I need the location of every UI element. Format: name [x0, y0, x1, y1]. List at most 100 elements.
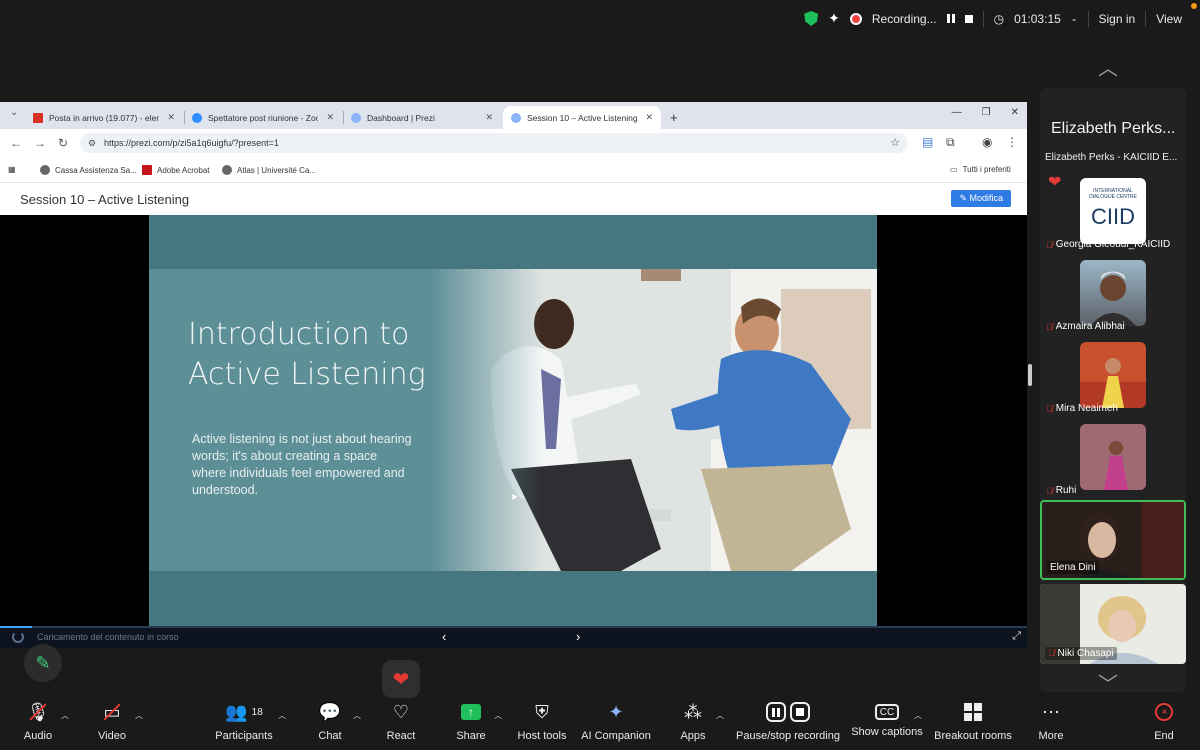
breakout-rooms-button[interactable]: Breakout rooms	[928, 700, 1018, 742]
participant-name: Azmaira Alibhai	[1055, 321, 1125, 332]
zoom-window: ✦ Recording... ◷ 01:03:15 ⌄ Sign in View…	[0, 0, 1200, 750]
svg-text:DIALOGUE CENTRE: DIALOGUE CENTRE	[1089, 194, 1137, 200]
edit-button[interactable]: ✎ Modifica	[951, 190, 1011, 207]
back-icon[interactable]: ←	[10, 136, 22, 150]
reload-icon[interactable]: ↻	[58, 136, 68, 150]
more-button[interactable]: ⋯ More	[1006, 700, 1096, 743]
view-button[interactable]: View	[1156, 12, 1182, 26]
forward-icon[interactable]: →	[34, 136, 46, 150]
next-slide-icon[interactable]: ›	[576, 629, 580, 644]
browser-tab-session[interactable]: Session 10 – Active Listening by ✕	[503, 106, 661, 129]
end-label: End	[1154, 730, 1174, 742]
captions-cc-icon: CC	[874, 704, 900, 720]
participants-icon: 👥	[225, 701, 248, 722]
svg-text:CIID: CIID	[1091, 204, 1135, 229]
bookmarks-bar: ▦ Cassa Assistenza Sa... Adobe Acrobat A…	[0, 157, 1027, 183]
gallery-up-chevron-icon[interactable]: ︿	[1098, 52, 1118, 81]
react-label: React	[386, 730, 416, 742]
pause-icon	[766, 702, 786, 722]
annotate-pen-button[interactable]: ✎	[24, 644, 62, 682]
all-bookmarks[interactable]: ▭ Tutti i preferiti	[950, 165, 1011, 174]
loading-spinner-icon	[12, 631, 24, 643]
pause-stop-recording-button[interactable]: Pause/stop recording	[736, 700, 840, 742]
browser-tab-prezi-dashboard[interactable]: Dashboard | Prezi ✕	[343, 106, 501, 129]
extension-doc-icon[interactable]: ▤	[922, 135, 933, 149]
split-resize-handle[interactable]	[1028, 364, 1032, 386]
slide-photo	[431, 269, 877, 571]
breakout-grid-icon	[964, 703, 982, 721]
close-tab-icon[interactable]: ✕	[485, 112, 493, 123]
bookmark-star-icon[interactable]: ☆	[890, 133, 900, 153]
extensions-icon[interactable]: ⧉	[946, 135, 955, 150]
gallery-down-chevron-icon[interactable]: ﹀	[1098, 668, 1118, 697]
notification-dot	[1191, 3, 1197, 9]
heart-reaction-button[interactable]: ❤	[382, 660, 420, 698]
slide-body: Active listening is not just about heari…	[192, 432, 412, 497]
video-options-caret-icon[interactable]: ︿	[135, 710, 143, 721]
participants-label: Participants	[215, 730, 273, 742]
stop-icon	[790, 702, 810, 722]
participant-photo	[1080, 342, 1146, 408]
video-off-icon: ▭	[103, 700, 120, 724]
close-tab-icon[interactable]: ✕	[326, 112, 334, 123]
close-tab-icon[interactable]: ✕	[167, 112, 175, 123]
previous-slide-icon[interactable]: ‹	[442, 629, 446, 644]
more-dots-icon: ⋯	[1042, 701, 1060, 722]
more-label: More	[1038, 730, 1064, 742]
loading-progress	[0, 626, 1027, 628]
recording-dot-icon	[849, 12, 862, 25]
apps-options-caret-icon[interactable]: ︿	[716, 710, 724, 721]
participant-tile[interactable]: 🎙̸ Mira Neaimeh	[1040, 336, 1186, 416]
stop-recording-icon[interactable]	[964, 14, 973, 23]
participant-tile[interactable]: ❤ INTERNATIONAL DIALOGUE CENTRE CIID 🎙̸ G…	[1040, 172, 1186, 252]
participant-video-tile[interactable]: Elena Dini	[1040, 500, 1186, 580]
heart-reaction-icon: ❤	[1048, 174, 1062, 191]
end-meeting-button[interactable]: + End	[1119, 699, 1200, 742]
bookmark-item[interactable]: Cassa Assistenza Sa...	[40, 165, 137, 175]
fullscreen-icon[interactable]: ⤢	[1012, 630, 1021, 643]
bookmark-item[interactable]: Adobe Acrobat	[142, 165, 209, 175]
active-speaker-name: Elizabeth Perks...	[1051, 120, 1176, 137]
chat-icon: 💬	[318, 701, 342, 722]
pause-recording-icon[interactable]	[946, 14, 955, 23]
browser-tab-gmail[interactable]: Posta in arrivo (19.077) - elena.d ✕	[25, 106, 183, 129]
participant-video-tile[interactable]: 🎙̸ Niki Chasapi	[1040, 584, 1186, 664]
url-field[interactable]: ⚙ https://prezi.com/p/zi5a1q6uigfu/?pres…	[80, 133, 908, 153]
minimize-icon[interactable]: —	[952, 107, 962, 118]
bookmark-label: Adobe Acrobat	[157, 165, 210, 175]
restore-icon[interactable]: ❐	[982, 107, 991, 118]
sign-in-button[interactable]: Sign in	[1099, 12, 1136, 26]
apps-button[interactable]: ⁂ Apps	[648, 700, 738, 743]
profile-icon[interactable]: ◉	[982, 135, 992, 149]
captions-options-caret-icon[interactable]: ︿	[914, 710, 922, 721]
encryption-shield-icon[interactable]	[804, 11, 819, 26]
browser-tab-zoom[interactable]: Spettatore post riunione - Zoom ✕	[184, 106, 342, 129]
site-settings-icon[interactable]: ⚙	[88, 133, 96, 153]
globe-icon	[351, 112, 361, 123]
new-tab-button[interactable]: +	[662, 106, 686, 129]
shared-screen: ⌄ Posta in arrivo (19.077) - elena.d ✕ S…	[0, 102, 1027, 648]
apps-grid-icon[interactable]: ▦	[8, 165, 16, 174]
slide-title: Introduction to Active Listening	[188, 317, 426, 392]
meeting-toolbar: 🎙 Audio ︿ ▭ Video ︿ 👥18 Participants ︿ 💬…	[0, 699, 1200, 750]
tab-list-chevron-icon[interactable]: ⌄	[10, 107, 18, 118]
meeting-timer[interactable]: 01:03:15	[1014, 12, 1061, 26]
divider	[1087, 10, 1089, 27]
video-button[interactable]: ▭ Video	[67, 700, 157, 743]
chevron-down-icon[interactable]: ⌄	[1071, 14, 1078, 23]
bookmark-item[interactable]: Atlas | Université Ca...	[222, 165, 316, 175]
participant-tile[interactable]: 🎙̸ Ruhi	[1040, 418, 1186, 498]
participants-button[interactable]: 👥 18 Participants	[199, 700, 289, 743]
divider	[1145, 10, 1147, 27]
kaiciid-logo: INTERNATIONAL DIALOGUE CENTRE CIID	[1080, 178, 1146, 244]
ai-sparkle-icon[interactable]: ✦	[828, 10, 840, 27]
browser-menu-icon[interactable]: ⋮	[1006, 135, 1018, 149]
close-window-icon[interactable]: ✕	[1011, 107, 1019, 118]
mouse-cursor-icon: ➤	[510, 492, 519, 503]
close-tab-icon[interactable]: ✕	[645, 112, 653, 123]
all-bookmarks-label: Tutti i preferiti	[962, 165, 1011, 174]
participant-tile[interactable]: 🎙̸ Azmaira Alibhai	[1040, 254, 1186, 334]
active-speaker-subtitle: Elizabeth Perks - KAICIID E...	[1045, 152, 1178, 163]
participant-name: Niki Chasapi	[1057, 648, 1114, 659]
breakout-label: Breakout rooms	[934, 730, 1012, 742]
